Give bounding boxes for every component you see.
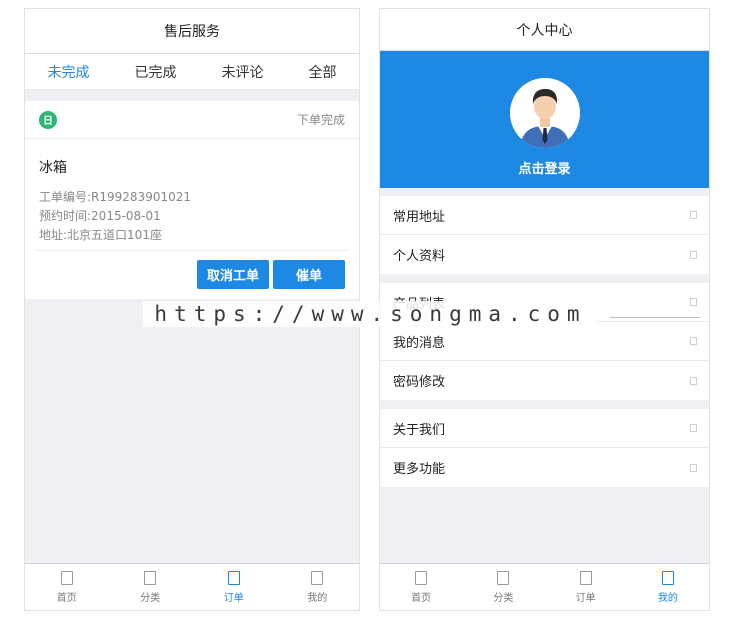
menu-item-messages[interactable]: 我的消息	[380, 322, 709, 361]
menu-group-account: 常用地址 个人资料	[380, 196, 709, 274]
menu-item-label: 常用地址	[393, 209, 446, 225]
tabbar-item-orders[interactable]: 订单	[545, 570, 627, 604]
menu-item-more[interactable]: 更多功能	[380, 448, 709, 487]
tabbar-label: 我的	[657, 592, 678, 604]
orders-icon	[227, 570, 240, 585]
menu-item-label: 个人资料	[393, 249, 446, 264]
chevron-right-icon	[690, 298, 697, 306]
menu-item-address[interactable]: 常用地址	[380, 196, 709, 235]
order-card-body: 冰箱 工单编号:R199283901021 预约时间:2015-08-01 地址…	[25, 139, 359, 245]
category-icon	[497, 570, 510, 585]
appointment-time: 预约时间:2015-08-01	[39, 209, 161, 223]
user-icon	[661, 570, 674, 585]
page-title: 个人中心	[380, 9, 709, 51]
chevron-right-icon	[690, 337, 697, 345]
bottom-tab-bar: 首页 分类 订单 我的	[380, 563, 709, 610]
menu-item-label: 密码修改	[393, 375, 446, 390]
urge-order-button[interactable]: 催单	[273, 260, 345, 289]
tab-unreviewed[interactable]: 未评论	[222, 62, 264, 82]
chevron-right-icon	[690, 250, 697, 259]
calendar-icon: 日	[39, 110, 57, 129]
address-text: 地址:北京五道口101座	[39, 228, 162, 242]
menu-item-label: 关于我们	[393, 422, 446, 438]
tabbar-label: 首页	[56, 592, 77, 604]
order-card-header: 日 下单完成	[25, 101, 359, 139]
menu-item-profile[interactable]: 个人资料	[380, 235, 709, 274]
tabbar-label: 首页	[411, 592, 432, 604]
avatar[interactable]	[509, 78, 580, 148]
menu-item-password[interactable]: 密码修改	[380, 361, 709, 400]
chevron-right-icon	[690, 211, 697, 219]
divider	[610, 317, 700, 318]
bottom-tab-bar: 首页 分类 订单 我的	[25, 563, 359, 610]
tabbar-item-home[interactable]: 首页	[25, 570, 109, 604]
tabbar-item-mine[interactable]: 我的	[627, 570, 709, 604]
menu-item-label: 更多功能	[393, 462, 446, 477]
menu-item-label: 我的消息	[393, 335, 446, 351]
menu-item-about[interactable]: 关于我们	[380, 409, 709, 448]
work-order-number: 工单编号:R199283901021	[39, 190, 191, 204]
chevron-right-icon	[690, 424, 697, 432]
tabbar-item-home[interactable]: 首页	[380, 570, 462, 604]
tabbar-label: 分类	[493, 592, 514, 604]
tabbar-label: 订单	[575, 592, 596, 604]
divider	[35, 250, 349, 251]
tabbar-item-mine[interactable]: 我的	[276, 570, 360, 604]
avatar-icon	[509, 78, 580, 148]
page-title: 售后服务	[25, 9, 359, 54]
order-status-tabs: 未完成 已完成 未评论 全部	[25, 54, 359, 90]
watermark: https://www.songma.com	[143, 301, 598, 327]
tabbar-label: 我的	[307, 592, 328, 604]
orders-icon	[579, 570, 592, 585]
tabbar-item-category[interactable]: 分类	[462, 570, 544, 604]
chevron-right-icon	[690, 463, 697, 472]
order-card[interactable]: 日 下单完成 冰箱 工单编号:R199283901021 预约时间:2015-0…	[25, 101, 359, 299]
menu-group-more: 关于我们 更多功能	[380, 409, 709, 487]
user-icon	[311, 570, 324, 585]
tabbar-label: 分类	[140, 592, 161, 604]
profile-banner: 点击登录	[380, 51, 709, 188]
tabbar-item-category[interactable]: 分类	[109, 570, 193, 604]
tab-all[interactable]: 全部	[309, 62, 337, 82]
product-name: 冰箱	[39, 160, 67, 176]
category-icon	[144, 570, 157, 585]
home-icon	[415, 570, 428, 585]
tab-incomplete[interactable]: 未完成	[48, 62, 90, 82]
tabbar-item-orders[interactable]: 订单	[192, 570, 276, 604]
order-status-label: 下单完成	[296, 113, 345, 127]
order-actions: 取消工单 催单	[197, 260, 345, 289]
home-icon	[60, 570, 73, 585]
login-link[interactable]: 点击登录	[518, 158, 570, 177]
tab-completed[interactable]: 已完成	[135, 62, 177, 82]
chevron-right-icon	[690, 376, 697, 385]
tabbar-label: 订单	[223, 592, 244, 604]
cancel-order-button[interactable]: 取消工单	[197, 260, 269, 289]
